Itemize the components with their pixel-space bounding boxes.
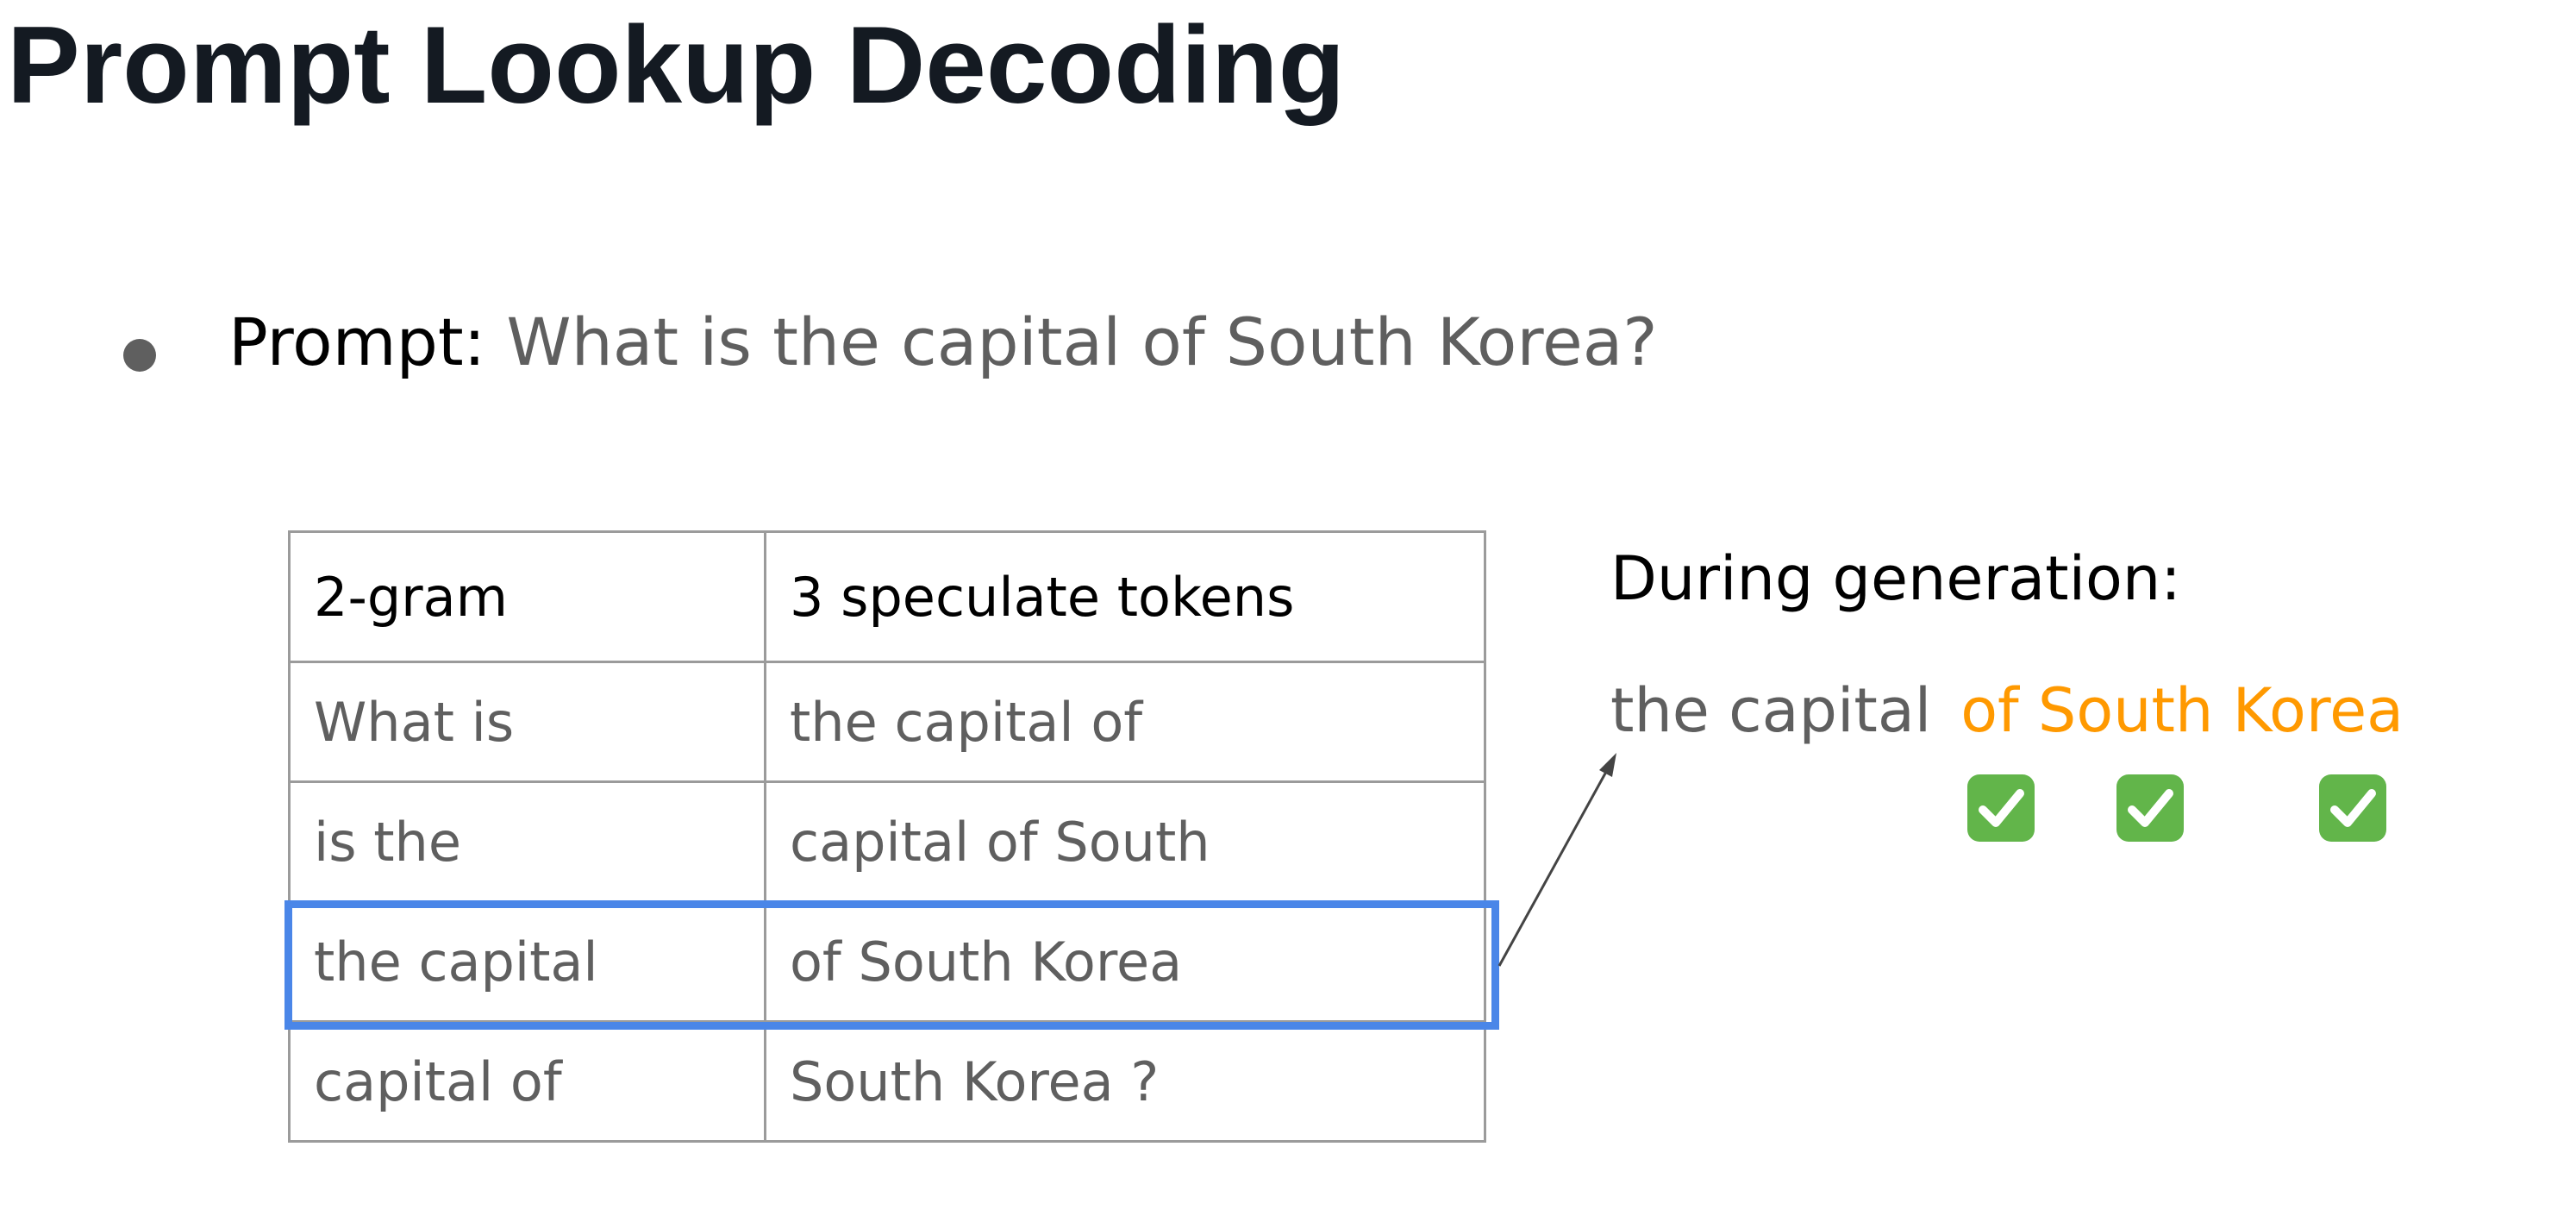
generation-prefix: the capital [1610, 675, 1932, 746]
speculated-tokens: of South Korea [1960, 675, 2404, 746]
check-mark-icon [2319, 774, 2386, 842]
check-mark-icon [1967, 774, 2035, 842]
generation-label: During generation: [1610, 543, 2181, 614]
connector-arrow [1497, 753, 1616, 967]
check-mark-icon [2116, 774, 2184, 842]
generation-sequence: the capital of South Korea [1610, 675, 2404, 746]
